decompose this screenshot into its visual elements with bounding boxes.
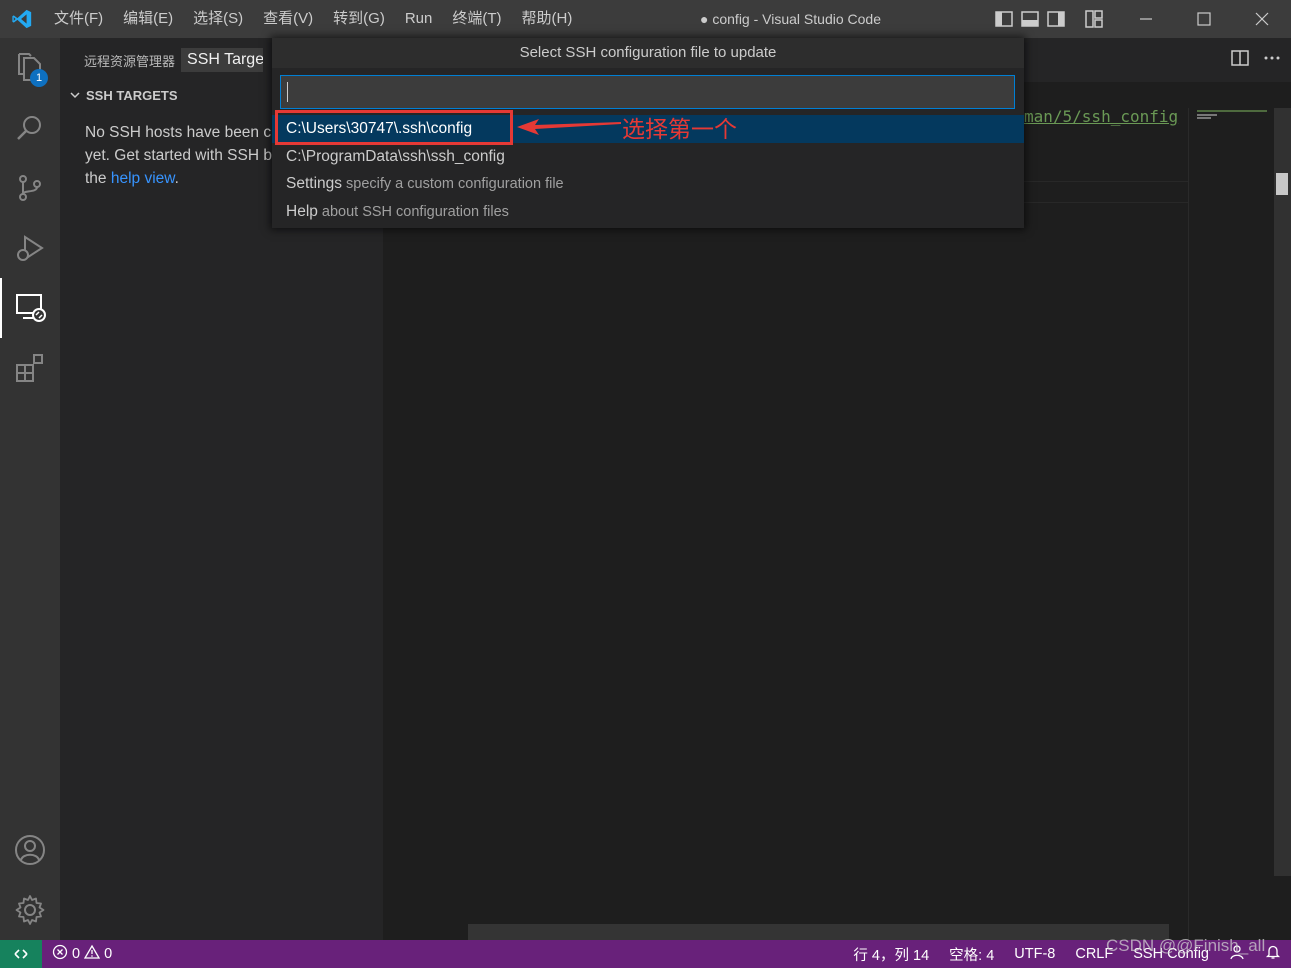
search-icon[interactable] [0,98,60,158]
warning-icon [83,944,101,964]
status-bar: 0 0 行 4，列 14 空格: 4 UTF-8 CRLF SSH Config [0,940,1291,968]
empty-message-line: No SSH hosts have been c [85,124,272,141]
help-view-link[interactable]: help view [111,170,175,187]
quick-pick-item-help[interactable]: Help about SSH configuration files [272,198,1024,226]
split-editor-icon[interactable] [1231,49,1249,72]
quick-pick-title: Select SSH configuration file to update [272,38,1024,68]
item-label: Help [286,202,318,220]
more-actions-icon[interactable] [1263,49,1281,72]
empty-message-text: . [174,170,179,187]
item-label: Settings [286,175,343,192]
remote-explorer-icon[interactable] [0,278,60,338]
activity-bar: 1 [0,38,60,940]
menu-file[interactable]: 文件(F) [44,0,113,38]
close-icon[interactable] [1233,0,1291,38]
text-caret [287,82,288,102]
cursor-position[interactable]: 行 4，列 14 [843,944,939,965]
quick-pick-item-program-data-config[interactable]: C:\ProgramData\ssh\ssh_config [272,143,1024,171]
warning-count: 0 [104,946,113,962]
watermark: CSDN @@Finish_all [1106,936,1266,955]
gear-icon[interactable] [0,880,60,940]
source-control-icon[interactable] [0,158,60,218]
empty-message-line: the help view. [85,167,275,190]
extensions-icon[interactable] [0,338,60,398]
indentation[interactable]: 空格: 4 [939,944,1004,965]
menu-view[interactable]: 查看(V) [253,0,323,38]
empty-message-line: yet. Get started with SSH b [85,147,272,164]
menu-help[interactable]: 帮助(H) [512,0,583,38]
quick-pick-input[interactable] [280,75,1015,109]
annotation-arrow-icon [515,116,623,143]
item-label: C:\ProgramData\ssh\ssh_config [286,147,505,165]
error-count: 0 [72,946,81,962]
empty-hosts-message: No SSH hosts have been c yet. Get starte… [60,108,275,190]
menu-terminal[interactable]: 终端(T) [442,0,511,38]
item-description: specify a custom configuration file [346,176,564,192]
remote-indicator-icon[interactable] [0,940,42,968]
minimap[interactable] [1188,108,1274,940]
section-title: SSH TARGETS [86,87,178,103]
horizontal-scrollbar[interactable] [468,924,1169,940]
item-description: about SSH configuration files [321,203,509,220]
explorer-badge: 1 [30,69,48,87]
problems-indicator[interactable]: 0 0 [52,940,112,968]
menu-edit[interactable]: 编辑(E) [113,0,183,38]
scrollbar-cursor-marker [1276,173,1288,195]
run-debug-icon[interactable] [0,218,60,278]
empty-message-text: the [85,170,111,187]
chevron-down-icon [66,86,84,104]
code-link-fragment[interactable]: man/5/ssh_config [1024,107,1178,126]
vertical-scrollbar[interactable] [1274,108,1291,876]
minimize-icon[interactable] [1117,0,1175,38]
account-icon[interactable] [0,820,60,880]
customize-layout-icon[interactable] [1081,0,1107,38]
toggle-secondary-sidebar-icon[interactable] [1043,0,1069,38]
menu-bar: 文件(F) 编辑(E) 选择(S) 查看(V) 转到(G) Run 终端(T) … [44,0,582,38]
explorer-icon[interactable]: 1 [0,38,60,98]
toggle-sidebar-icon[interactable] [991,0,1017,38]
annotation-highlight-box [275,110,513,145]
quick-pick-item-settings[interactable]: Settings specify a custom configuration f… [272,170,1024,198]
encoding[interactable]: UTF-8 [1004,946,1065,962]
sidebar-title: 远程资源管理器 [84,53,176,69]
menu-go[interactable]: 转到(G) [323,0,395,38]
toggle-panel-icon[interactable] [1017,0,1043,38]
annotation-text: 选择第一个 [622,116,737,142]
maximize-icon[interactable] [1175,0,1233,38]
menu-selection[interactable]: 选择(S) [183,0,253,38]
vscode-logo-icon [0,0,44,38]
ssh-targets-select[interactable]: SSH Targets [181,48,264,72]
title-bar: 文件(F) 编辑(E) 选择(S) 查看(V) 转到(G) Run 终端(T) … [0,0,1291,38]
error-icon [52,944,68,964]
menu-run[interactable]: Run [395,0,443,38]
